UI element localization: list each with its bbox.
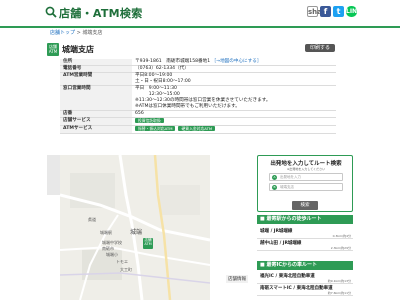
row-value: 平日8:00～19:00 土・日・祝日8:00～17:00	[132, 72, 336, 86]
twitter-icon[interactable]: t	[333, 6, 344, 17]
pin-icon: B	[272, 185, 277, 190]
car-route-heading-text: 最寄ICからの車ルート	[266, 262, 317, 268]
branch-info-table: 住所 〒939-1861 南砺市城端158番地1 ［→地図の中心にする］ 電話番…	[60, 59, 336, 134]
walk-route-heading-text: 最寄駅からの徒歩ルート	[266, 216, 322, 222]
map-label: 城端小	[106, 252, 118, 257]
destination-field[interactable]: B 城端支店	[269, 183, 343, 191]
atm-hours-weekend: 土・日・祝日8:00～17:00	[135, 79, 191, 84]
row-label: 電話番号	[60, 65, 132, 73]
route-search-box: 出発地を入力してルート検索 ※出発地を入力してください A 出発地を入力 B 城…	[257, 155, 353, 212]
row-label: ATMサービス	[60, 125, 132, 134]
walk-route-heading: ■ 最寄駅からの徒歩ルート	[257, 215, 353, 224]
branch-name: 城端支店	[62, 45, 94, 54]
page: 店舗・ATM検索 share f t LINE 店舗トップ > 城端支店 店舗 …	[0, 0, 400, 300]
facebook-icon[interactable]: f	[320, 6, 331, 17]
branch-map-marker[interactable]: 店舗 ATM	[143, 238, 153, 249]
route-distance: 2.3km/約29分	[330, 246, 351, 250]
map-label: 県道	[88, 217, 96, 222]
pin-icon: A	[272, 175, 277, 180]
line-icon[interactable]: LINE	[346, 6, 361, 17]
list-item[interactable]: 越中山田 / JR城端線 2.3km/約29分	[257, 239, 353, 251]
map-side-panel	[47, 155, 60, 195]
service-tag: 硬貨入金対応ATM	[178, 126, 216, 131]
address-text: 〒939-1861 南砺市城端158番地1	[135, 59, 211, 64]
breadcrumb-top-link[interactable]: 店舗トップ	[50, 30, 75, 36]
branch-map[interactable]: 城端 城端駅 県道 城端中学校 南砺市 城端小 トモエ 大工町 店舗 ATM	[60, 155, 210, 300]
search-icon	[45, 6, 57, 18]
branch-type-badge: 店舗 ATM	[47, 43, 59, 56]
print-button-label: 印刷する	[309, 45, 330, 51]
map-label: トモエ	[116, 259, 128, 264]
destination-value: 城端支店	[280, 185, 294, 189]
station-name: 越中山田 / JR城端線	[260, 241, 302, 246]
map-label: 城端	[130, 229, 143, 236]
row-value: 平日 9:00～11:30 12:30～15:00 ※11:30～12:30の時…	[132, 85, 336, 111]
route-distance: 約9.1km/約13分	[327, 279, 351, 283]
list-item[interactable]: 城端 / JR城端線 0.3km/約4分	[257, 227, 353, 239]
walk-route-list: 城端 / JR城端線 0.3km/約4分 越中山田 / JR城端線 2.3km/…	[257, 227, 353, 251]
bottom-tab[interactable]: 店舗情報	[226, 275, 248, 283]
table-row: ATM営業時間 平日8:00～19:00 土・日・祝日8:00～17:00	[60, 72, 336, 86]
service-tag: 振替・振込対応ATM	[135, 126, 176, 131]
table-row: 電話番号 （0763）62-1334（代）	[60, 65, 336, 73]
share-icon[interactable]: share	[307, 6, 330, 17]
row-label: 窓口営業時間	[60, 85, 132, 111]
table-row: ATMサービス 振替・振込対応ATM 硬貨入金対応ATM	[60, 125, 336, 134]
ic-name: 福光IC / 東海北陸自動車道	[260, 274, 315, 279]
origin-placeholder: 出発地を入力	[280, 175, 301, 179]
route-distance: 0.3km/約4分	[332, 234, 351, 238]
list-item[interactable]: 福光IC / 東海北陸自動車道 約9.1km/約13分	[257, 272, 353, 284]
site-title: 店舗・ATM検索	[59, 7, 143, 20]
breadcrumb: 店舗トップ > 城端支店	[50, 29, 102, 36]
map-center-link[interactable]: ［→地図の中心にする］	[212, 59, 262, 64]
phone-number: （0763）62-1334（代）	[132, 65, 336, 73]
route-search-title: 出発地を入力してルート検索	[270, 161, 342, 167]
branch-number: 656	[132, 110, 336, 118]
counter-hours-note: ※ATMは窓口休業時間帯でもご利用いただけます。	[135, 104, 240, 109]
table-row: 店舗サービス 投資信託取扱	[60, 117, 336, 126]
car-route-heading: ■ 最寄ICからの車ルート	[257, 261, 353, 270]
row-label: 店番	[60, 110, 132, 118]
map-label: 城端駅	[100, 230, 112, 235]
row-value: 振替・振込対応ATM 硬貨入金対応ATM	[132, 125, 336, 134]
station-name: 城端 / JR城端線	[260, 229, 293, 234]
row-label: 店舗サービス	[60, 117, 132, 126]
row-label: ATM営業時間	[60, 72, 132, 86]
print-button[interactable]: 印刷する	[305, 44, 335, 52]
site-header: 店舗・ATM検索 share f t LINE	[0, 0, 400, 28]
route-search-button[interactable]: 検索	[292, 201, 318, 210]
route-distance: 約7.6km/約11分	[327, 291, 351, 295]
map-label: 大工町	[120, 267, 132, 272]
table-row: 店番 656	[60, 110, 336, 118]
row-value: 投資信託取扱	[132, 117, 336, 126]
origin-input[interactable]: A 出発地を入力	[269, 173, 343, 181]
route-search-note: ※出発地を入力してください	[286, 167, 326, 171]
route-search-button-label: 検索	[300, 203, 310, 208]
list-item[interactable]: 南砺スマートIC / 東海北陸自動車道 約7.6km/約11分	[257, 284, 353, 296]
gutter	[0, 155, 44, 300]
ic-name: 南砺スマートIC / 東海北陸自動車道	[260, 286, 333, 291]
service-tag: 投資信託取扱	[135, 118, 164, 123]
table-row: 窓口営業時間 平日 9:00～11:30 12:30～15:00 ※11:30～…	[60, 85, 336, 111]
car-route-list: 福光IC / 東海北陸自動車道 約9.1km/約13分 南砺スマートIC / 東…	[257, 272, 353, 296]
breadcrumb-current: 城端支店	[82, 30, 103, 36]
